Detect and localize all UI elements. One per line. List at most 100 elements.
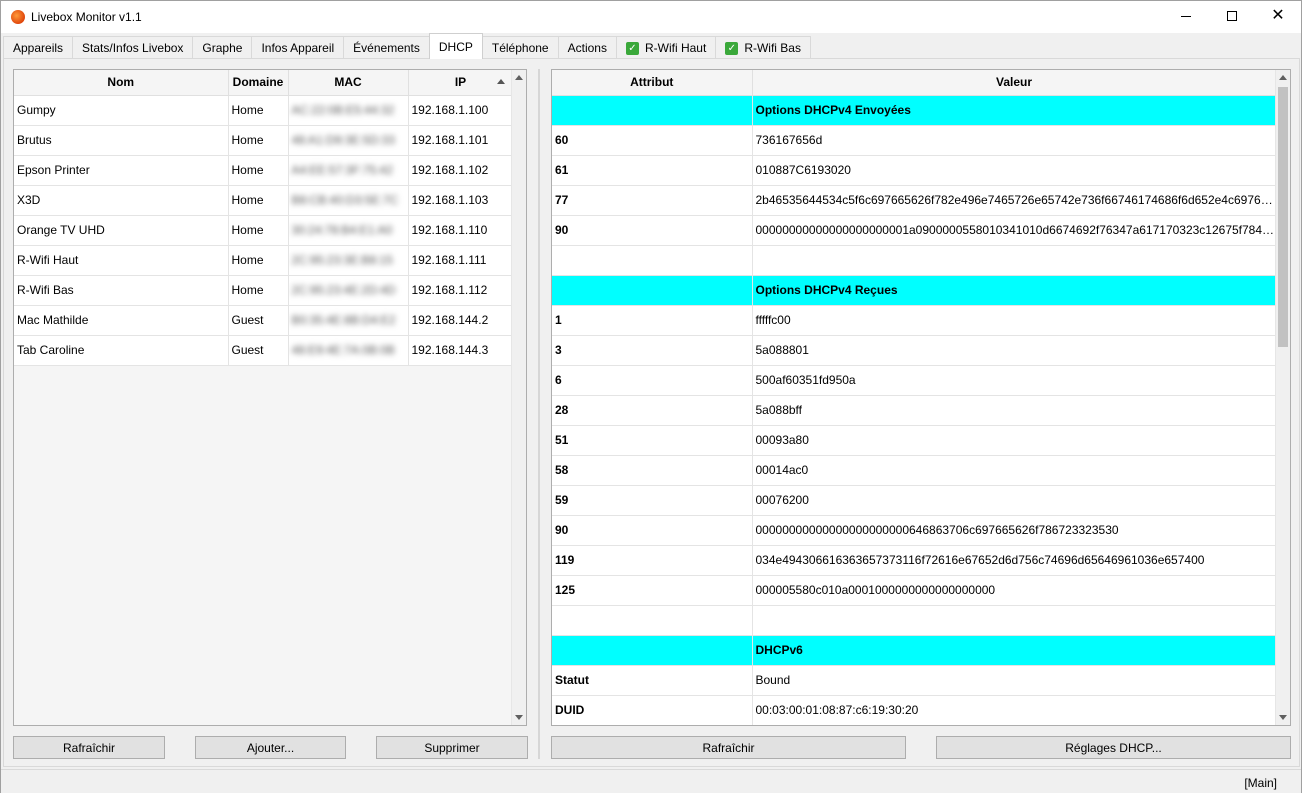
table-row[interactable]: Tab Caroline Guest 48:E9:4E:7A:0B:0B 192.16… [14,335,514,366]
column-header-valeur[interactable]: Valeur [752,70,1277,96]
table-row[interactable]: Mac Mathilde Guest B0:35:4E:8B:D4:E2 192.16… [14,305,514,336]
tab-stats-infos-livebox[interactable]: Stats/Infos Livebox [72,36,194,59]
table-row[interactable] [552,605,1277,636]
table-row[interactable]: 90 00000000000000000000000646863706c69766… [552,515,1277,546]
option-attribute-cell: 61 [552,155,753,186]
table-row[interactable]: 60 736167656d [552,125,1277,156]
table-row[interactable]: Gumpy Home AC:22:0B:E5:44:32 192.168.1.100 [14,95,514,126]
panel-splitter[interactable] [538,69,540,759]
tab-v-nements[interactable]: Événements [343,36,430,59]
column-header-attribut[interactable]: Attribut [552,70,753,96]
tab-t-l-phone[interactable]: Téléphone [481,36,559,59]
lease-ip-cell: 192.168.1.110 [408,215,514,246]
blurred-mac-address: B0:35:4E:8B:D4:E2 [291,313,396,327]
lease-mac-cell: 48:E9:4E:7A:0B:0B [288,335,409,366]
scroll-down-arrow-icon[interactable] [515,715,523,720]
table-row[interactable]: 1 fffffc00 [552,305,1277,336]
lease-ip-cell: 192.168.1.100 [408,95,514,126]
section-title-cell: DHCPv6 [752,635,1277,666]
table-row[interactable]: 58 00014ac0 [552,455,1277,486]
lease-mac-cell: B8:CB:40:D3:5E:7C [288,185,409,216]
option-value-cell: 2b46535644534c5f6c697665626f782e496e7465… [752,185,1277,216]
close-button[interactable]: ✕ [1255,1,1301,31]
lease-mac-cell: 48:A1:D9:3E:5D:33 [288,125,409,156]
column-header-domain[interactable]: Domaine [228,70,289,96]
table-row[interactable] [552,245,1277,276]
dhcp-settings-button[interactable]: Réglages DHCP... [936,736,1291,759]
table-row[interactable]: 51 00093a80 [552,425,1277,456]
leases-refresh-button[interactable]: Rafraîchir [13,736,165,759]
option-attribute-cell: 77 [552,185,753,216]
lease-name-cell: Tab Caroline [14,335,229,366]
scroll-down-arrow-icon[interactable] [1279,715,1287,720]
tab-actions[interactable]: Actions [557,36,617,59]
option-attribute-cell: 60 [552,125,753,156]
table-row[interactable]: 90 00000000000000000000001a09000005580103… [552,215,1277,246]
column-header-ip[interactable]: IP [408,70,514,96]
table-row[interactable]: X3D Home B8:CB:40:D3:5E:7C 192.168.1.103 [14,185,514,216]
table-row[interactable]: 119 034e494306616363657373116f72616e67652… [552,545,1277,576]
tab-infos-appareil[interactable]: Infos Appareil [251,36,345,59]
option-value-cell: 00093a80 [752,425,1277,456]
table-row[interactable]: Brutus Home 48:A1:D9:3E:5D:33 192.168.1.101 [14,125,514,156]
tab-label: Graphe [202,41,243,55]
option-attribute-cell: Statut [552,665,753,696]
table-row[interactable]: 6 500af60351fd950a [552,365,1277,396]
lease-name-cell: R-Wifi Bas [14,275,229,306]
table-row[interactable]: Statut Bound [552,665,1277,696]
remove-lease-button[interactable]: Supprimer [376,736,528,759]
sort-ascending-icon [496,79,505,84]
tab-label: Actions [567,41,607,55]
blurred-mac-address: A4:EE:57:3F:75:42 [291,163,393,177]
option-value-cell: Bound [752,665,1277,696]
option-value-cell: 5a088bff [752,395,1277,426]
add-lease-button[interactable]: Ajouter... [195,736,346,759]
option-value-cell: 00:03:00:01:08:87:c6:19:30:20 [752,695,1277,725]
options-vertical-scrollbar[interactable] [1275,70,1290,725]
options-refresh-button[interactable]: Rafraîchir [551,736,906,759]
lease-domain-cell: Guest [228,305,289,336]
table-row[interactable]: R-Wifi Bas Home 2C:95:23:4E:2D:4D 192.168.1… [14,275,514,306]
option-attribute-cell [552,275,753,306]
tab-graphe[interactable]: Graphe [192,36,253,59]
table-row[interactable]: Epson Printer Home A4:EE:57:3F:75:42 192.16… [14,155,514,186]
column-header-mac[interactable]: MAC [288,70,409,96]
table-row[interactable]: 28 5a088bff [552,395,1277,426]
section-header-row[interactable]: DHCPv6 [552,635,1277,666]
option-attribute-cell: 90 [552,515,753,546]
scrollbar-thumb[interactable] [1278,87,1288,347]
table-row[interactable]: DUID 00:03:00:01:08:87:c6:19:30:20 [552,695,1277,725]
tab-label: Téléphone [491,41,549,55]
orange-app-icon [11,10,25,24]
option-value-cell: 010887C6193020 [752,155,1277,186]
table-row[interactable]: 59 00076200 [552,485,1277,516]
section-title-cell: Options DHCPv4 Envoyées [752,95,1277,126]
table-row[interactable]: Orange TV UHD Home 30:24:78:B4:E1:A0 192.16… [14,215,514,246]
option-attribute-cell: 90 [552,215,753,246]
scroll-up-arrow-icon[interactable] [1279,75,1287,80]
column-header-name[interactable]: Nom [14,70,229,96]
table-row[interactable]: 3 5a088801 [552,335,1277,366]
lease-name-cell: Mac Mathilde [14,305,229,336]
option-value-cell: 000005580c010a0001000000000000000000 [752,575,1277,606]
dhcp-leases-table[interactable]: Nom Domaine MAC IP Gumpy Home AC:22:0B:E5:… [13,69,527,726]
dhcp-options-table[interactable]: Attribut Valeur Options DHCPv4 Envoyées 6… [551,69,1291,726]
section-header-row[interactable]: Options DHCPv4 Envoyées [552,95,1277,126]
table-row[interactable]: 77 2b46535644534c5f6c697665626f782e496e74… [552,185,1277,216]
table-row[interactable]: 61 010887C6193020 [552,155,1277,186]
table-row[interactable]: R-Wifi Haut Home 2C:95:23:3E:B8:15 192.168.… [14,245,514,276]
leases-vertical-scrollbar[interactable] [511,70,526,725]
section-header-row[interactable]: Options DHCPv4 Reçues [552,275,1277,306]
lease-ip-cell: 192.168.144.2 [408,305,514,336]
option-attribute-cell: 6 [552,365,753,396]
tab-r-wifi-haut[interactable]: ✓ R-Wifi Haut [615,36,717,59]
tab-dhcp[interactable]: DHCP [428,33,483,59]
table-row[interactable]: 125 000005580c010a0001000000000000000000 [552,575,1277,606]
tab-r-wifi-bas[interactable]: ✓ R-Wifi Bas [715,36,811,59]
minimize-button[interactable] [1163,1,1209,31]
tab-appareils[interactable]: Appareils [3,36,74,59]
minimize-icon [1181,15,1191,17]
maximize-button[interactable] [1209,1,1255,31]
lease-mac-cell: 2C:95:23:4E:2D:4D [288,275,409,306]
scroll-up-arrow-icon[interactable] [515,75,523,80]
